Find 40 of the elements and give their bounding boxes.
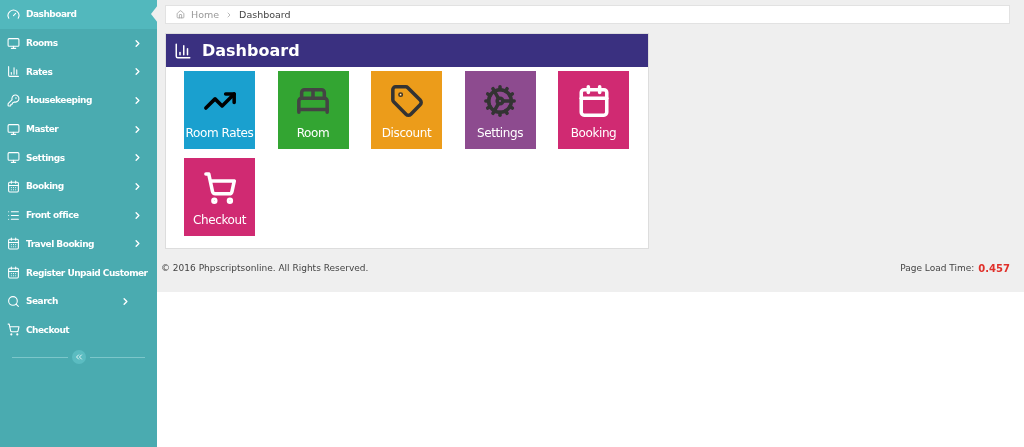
sidebar-item[interactable]: Rooms bbox=[0, 28, 157, 58]
dashboard-tile[interactable]: Discount bbox=[371, 71, 442, 149]
breadcrumb-current: Dashboard bbox=[239, 9, 291, 20]
cart-icon bbox=[7, 323, 20, 337]
breadcrumb-link[interactable]: Home bbox=[191, 9, 220, 20]
load-time-label: Page Load Time: bbox=[900, 263, 975, 274]
sidebar-item[interactable]: Housekeeping bbox=[0, 86, 157, 115]
home-icon bbox=[176, 10, 185, 19]
dashboard-tile[interactable]: Settings bbox=[464, 71, 536, 149]
sidebar-item[interactable]: Checkout bbox=[0, 315, 157, 345]
sidebar-item[interactable]: Travel Booking bbox=[0, 229, 157, 259]
sidebar-item[interactable]: Settings bbox=[0, 143, 157, 173]
collapse-icon bbox=[73, 352, 84, 363]
monitor-icon bbox=[7, 122, 20, 136]
dashboard-tile[interactable]: Booking bbox=[558, 71, 629, 149]
dashboard-tile[interactable]: Room Rates bbox=[184, 71, 255, 149]
collapse-button[interactable] bbox=[71, 350, 86, 365]
bar-chart-icon bbox=[174, 41, 192, 60]
sidebar-item[interactable]: Booking bbox=[0, 172, 157, 201]
sidebar-item[interactable]: Dashboard bbox=[0, 0, 157, 29]
tag-icon bbox=[389, 84, 424, 118]
panel-title: Dashboard bbox=[202, 41, 300, 60]
cart-icon bbox=[202, 171, 237, 205]
dashboard-tile[interactable]: Checkout bbox=[184, 158, 255, 236]
sidebar-item[interactable]: Register Unpaid Customer bbox=[0, 258, 157, 287]
gears-icon bbox=[483, 84, 517, 118]
key-icon bbox=[7, 93, 20, 107]
bar-chart-icon bbox=[7, 65, 20, 79]
list-icon bbox=[7, 208, 20, 222]
monitor-icon bbox=[7, 36, 20, 50]
search-icon bbox=[7, 294, 20, 308]
monitor-icon bbox=[7, 151, 20, 165]
dashboard-tile[interactable]: Room bbox=[277, 71, 349, 149]
sidebar-item[interactable]: Master bbox=[0, 114, 157, 144]
sidebar-item[interactable]: Front office bbox=[0, 200, 157, 230]
sidebar-item[interactable]: Rates bbox=[0, 57, 157, 87]
load-time-value: 0.457 bbox=[978, 263, 1010, 274]
gauge-icon bbox=[7, 7, 20, 21]
copyright-text: © 2016 Phpscriptsonline. All Rights Reserved. bbox=[161, 263, 369, 274]
sidebar-item[interactable]: Search bbox=[0, 286, 157, 316]
